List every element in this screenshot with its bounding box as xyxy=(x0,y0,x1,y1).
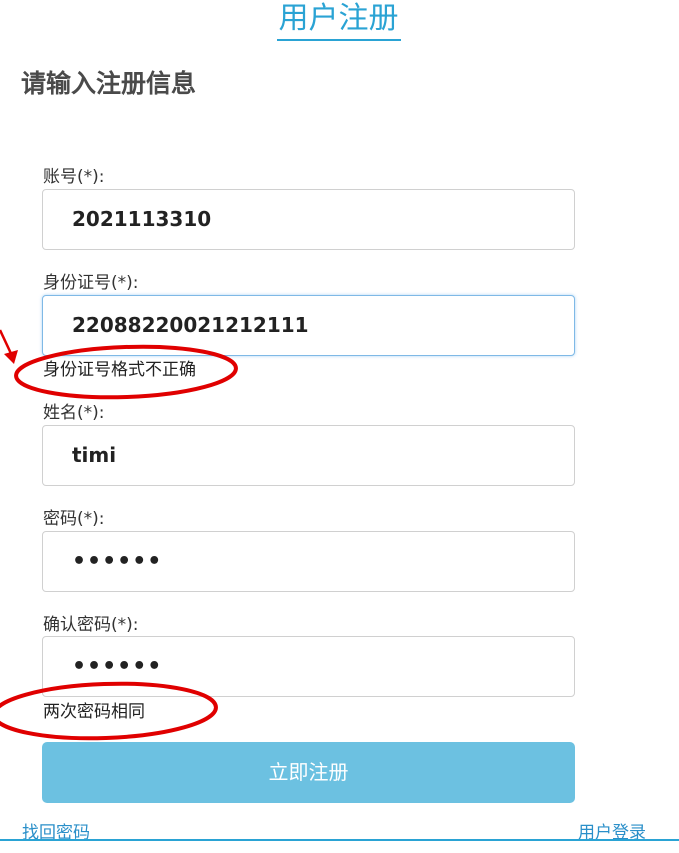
name-value: timi xyxy=(72,443,117,467)
confirm-password-hint: 两次密码相同 xyxy=(43,702,145,722)
id-number-value: 22088220021212111 xyxy=(72,313,309,337)
id-number-label: 身份证号(*): xyxy=(43,273,139,293)
id-number-input[interactable]: 22088220021212111 xyxy=(42,295,575,356)
password-value: •••••• xyxy=(72,549,163,574)
confirm-password-input[interactable]: •••••• xyxy=(42,636,575,697)
arrow-annotation xyxy=(0,329,18,364)
account-input[interactable]: 2021113310 xyxy=(42,189,575,250)
account-label: 账号(*): xyxy=(43,167,105,187)
name-input[interactable]: timi xyxy=(42,425,575,486)
page-title-text: 用户注册 xyxy=(276,0,401,41)
register-button[interactable]: 立即注册 xyxy=(42,742,575,803)
id-number-error-hint: 身份证号格式不正确 xyxy=(43,360,196,380)
password-label: 密码(*): xyxy=(43,509,105,529)
confirm-password-label: 确认密码(*): xyxy=(43,615,139,635)
confirm-password-value: •••••• xyxy=(72,654,163,679)
page-title: 用户注册 xyxy=(0,0,679,41)
password-input[interactable]: •••••• xyxy=(42,531,575,592)
section-heading: 请输入注册信息 xyxy=(21,69,197,98)
name-label: 姓名(*): xyxy=(43,403,105,423)
account-value: 2021113310 xyxy=(72,207,212,231)
footer-divider xyxy=(0,839,679,841)
